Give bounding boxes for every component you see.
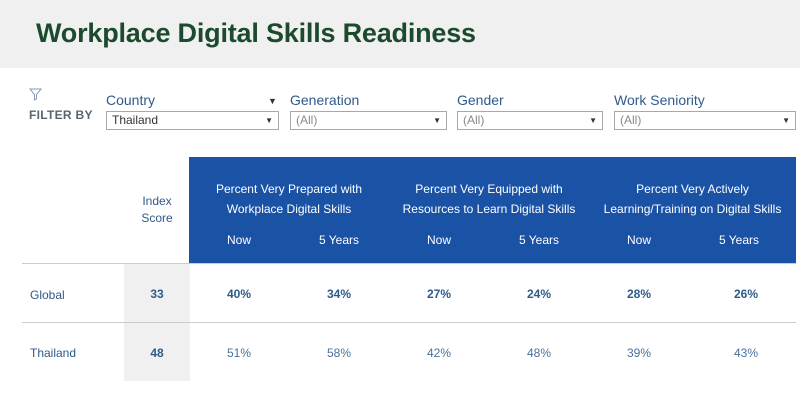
gender-dropdown[interactable]: (All) ▼ — [457, 111, 603, 130]
country-dropdown[interactable]: Thailand ▼ — [106, 111, 279, 130]
table-cell: 51% — [226, 346, 252, 360]
index-score-value: 48 — [150, 346, 164, 360]
group-header-line2: Workplace Digital Skills — [226, 202, 352, 216]
chevron-down-icon: ▼ — [265, 116, 273, 125]
generation-dropdown[interactable]: (All) ▼ — [290, 111, 447, 130]
index-score-header: Index Score — [124, 193, 190, 227]
row-label: Thailand — [30, 346, 77, 360]
group-header-prepared: Percent Very Prepared with Workplace Dig… — [189, 179, 389, 219]
group-header-line1: Percent Very Prepared with — [215, 182, 363, 196]
page-header: Workplace Digital Skills Readiness — [0, 0, 800, 68]
generation-filter: Generation (All) ▼ — [290, 92, 447, 130]
table-cell: 58% — [326, 346, 352, 360]
filter-by-label: FILTER BY — [29, 108, 93, 122]
gender-filter: Gender (All) ▼ — [457, 92, 603, 130]
chevron-down-icon[interactable]: ▼ — [268, 96, 277, 106]
table-cell: 34% — [326, 287, 352, 301]
row-label: Global — [30, 288, 65, 302]
generation-dropdown-value: (All) — [296, 113, 318, 127]
seniority-filter-label: Work Seniority — [614, 92, 705, 108]
row-divider — [22, 263, 796, 264]
sub-header-now: Now — [426, 233, 451, 247]
gender-dropdown-value: (All) — [463, 113, 485, 127]
index-header-line2: Score — [141, 211, 173, 225]
seniority-dropdown-value: (All) — [620, 113, 642, 127]
chevron-down-icon: ▼ — [433, 116, 441, 125]
group-header-line2: Resources to Learn Digital Skills — [402, 202, 576, 216]
group-header-line1: Percent Very Equipped with — [415, 182, 563, 196]
country-dropdown-value: Thailand — [112, 113, 159, 127]
table-cell: 43% — [733, 346, 759, 360]
seniority-dropdown[interactable]: (All) ▼ — [614, 111, 796, 130]
country-filter: Country ▼ Thailand ▼ — [106, 92, 279, 130]
table-cell: 28% — [626, 287, 652, 301]
generation-filter-label: Generation — [290, 92, 360, 108]
page-title: Workplace Digital Skills Readiness — [36, 18, 476, 48]
index-header-line1: Index — [142, 194, 172, 208]
group-header-line2: Learning/Training on Digital Skills — [603, 202, 782, 216]
group-header-learning: Percent Very Actively Learning/Training … — [589, 179, 796, 219]
gender-filter-label: Gender — [457, 92, 504, 108]
table-cell: 26% — [733, 287, 759, 301]
country-filter-label: Country — [106, 92, 156, 108]
index-score-value: 33 — [150, 287, 164, 301]
sub-header-5-years: 5 Years — [318, 233, 360, 247]
sub-header-now: Now — [626, 233, 651, 247]
sub-header-5-years: 5 Years — [518, 233, 560, 247]
table-header: Percent Very Prepared with Workplace Dig… — [189, 157, 796, 263]
seniority-filter: Work Seniority (All) ▼ — [614, 92, 796, 130]
sub-header-now: Now — [226, 233, 251, 247]
table-cell: 24% — [526, 287, 552, 301]
filter-icon — [29, 88, 42, 101]
table-cell: 39% — [626, 346, 652, 360]
table-cell: 40% — [226, 287, 252, 301]
row-divider — [22, 322, 796, 323]
chevron-down-icon: ▼ — [782, 116, 790, 125]
table-cell: 42% — [426, 346, 452, 360]
group-header-equipped: Percent Very Equipped with Resources to … — [389, 179, 589, 219]
chevron-down-icon: ▼ — [589, 116, 597, 125]
table-cell: 48% — [526, 346, 552, 360]
group-header-line1: Percent Very Actively — [636, 182, 749, 196]
table-cell: 27% — [426, 287, 452, 301]
sub-header-5-years: 5 Years — [718, 233, 760, 247]
